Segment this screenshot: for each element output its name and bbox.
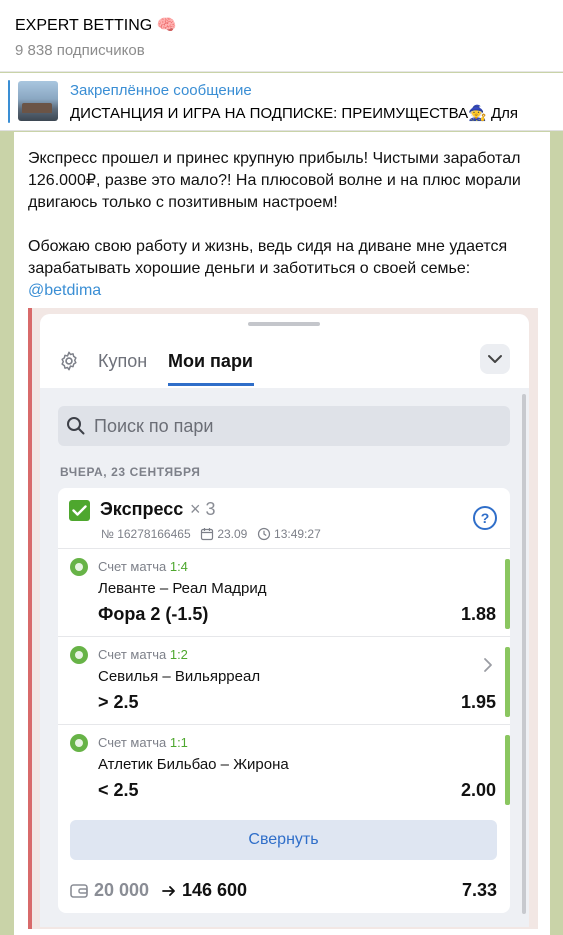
mention-link[interactable]: @betdima — [28, 280, 538, 302]
subscriber-count: 9 838 подписчиков — [15, 42, 145, 59]
bet-market: < 2.5 — [98, 780, 139, 800]
tab-coupon[interactable]: Купон — [98, 351, 147, 372]
message-paragraph-1: Экспресс прошел и принес крупную прибыль… — [28, 150, 521, 211]
score-value: 1:4 — [169, 559, 188, 574]
search-icon — [67, 417, 85, 435]
match-teams: Севилья – Вильярреал — [98, 668, 261, 685]
express-count: × 3 — [190, 499, 216, 519]
score-label: Счет матча 1:1 — [98, 735, 188, 750]
active-tab-indicator — [168, 383, 254, 386]
search-input[interactable]: Поиск по пари — [58, 406, 510, 446]
tab-my-bets[interactable]: Мои пари — [168, 351, 253, 372]
score-value: 1:2 — [169, 647, 188, 662]
match-teams: Атлетик Бильбао – Жирона — [98, 756, 289, 773]
message-text: Экспресс прошел и принес крупную прибыль… — [28, 148, 538, 302]
express-title: Экспресс — [100, 499, 184, 519]
bet-time: 13:49:27 — [274, 526, 321, 541]
help-icon[interactable]: ? — [473, 506, 497, 530]
bet-market: > 2.5 — [98, 692, 139, 712]
message-paragraph-2: Обожаю свою работу и жизнь, ведь сидя на… — [28, 238, 508, 277]
bet-summary: 20 000 146 600 7.33 — [70, 880, 497, 904]
total-odds: 7.33 — [461, 880, 497, 900]
sheet-grabber[interactable] — [248, 322, 320, 326]
football-icon — [70, 734, 88, 752]
pinned-text: ДИСТАНЦИЯ И ИГРА НА ПОДПИСКЕ: ПРЕИМУЩЕСТ… — [70, 105, 518, 122]
payout-amount: 146 600 — [182, 880, 248, 900]
scrollbar[interactable] — [522, 394, 526, 914]
pinned-thumbnail — [18, 81, 58, 121]
bet-row-2[interactable]: Счет матча 1:2 Севилья – Вильярреал > 2.… — [58, 637, 510, 725]
win-indicator — [505, 735, 510, 805]
bet-odds: 2.00 — [460, 780, 496, 800]
checkmark-icon — [69, 500, 90, 521]
clock-icon — [257, 527, 270, 540]
win-indicator — [505, 647, 510, 717]
bet-date: 23.09 — [217, 526, 248, 541]
pinned-accent-bar — [8, 80, 10, 123]
chevron-down-icon — [488, 355, 502, 363]
score-label: Счет матча 1:4 — [98, 559, 188, 574]
stake-amount: 20 000 — [94, 880, 150, 900]
date-header: ВЧЕРА, 23 СЕНТЯБРЯ — [60, 465, 201, 479]
football-icon — [70, 646, 88, 664]
express-bet-card[interactable]: Экспресс × 3 № 16278166465 23.09 13:49:2… — [58, 488, 510, 913]
search-placeholder: Поиск по пари — [94, 416, 214, 436]
chevron-right-icon[interactable] — [483, 657, 493, 673]
score-value: 1:1 — [169, 735, 188, 750]
score-label: Счет матча 1:2 — [98, 647, 188, 662]
bet-odds: 1.95 — [460, 692, 496, 712]
message-bubble: Экспресс прошел и принес крупную прибыль… — [14, 132, 550, 935]
channel-header[interactable]: EXPERT BETTING 🧠 9 838 подписчиков — [0, 0, 563, 72]
bet-row-3[interactable]: Счет матча 1:1 Атлетик Бильбао – Жирона … — [58, 725, 510, 813]
wallet-icon — [70, 884, 88, 898]
bet-market: Фора 2 (-1.5) — [98, 604, 209, 624]
gear-icon[interactable] — [58, 350, 80, 372]
arrow-right-icon — [162, 886, 175, 896]
bet-row-1[interactable]: Счет матча 1:4 Леванте – Реал Мадрид Фор… — [58, 549, 510, 637]
collapse-button[interactable]: Свернуть — [70, 820, 497, 860]
calendar-icon — [200, 527, 214, 540]
express-meta: № 16278166465 23.09 13:49:27 — [101, 526, 321, 541]
win-indicator — [505, 559, 510, 629]
betting-app-screen: Купон Мои пари Поиск по пари ВЧЕРА, 23 С… — [40, 314, 529, 927]
app-topbar: Купон Мои пари — [40, 314, 529, 388]
channel-title: EXPERT BETTING 🧠 — [15, 17, 177, 34]
bet-odds: 1.88 — [460, 604, 496, 624]
attached-screenshot[interactable]: Купон Мои пари Поиск по пари ВЧЕРА, 23 С… — [28, 308, 538, 929]
pinned-label: Закреплённое сообщение — [70, 82, 252, 99]
bet-number: № 16278166465 — [101, 526, 191, 541]
collapse-sheet-button[interactable] — [480, 344, 510, 374]
football-icon — [70, 558, 88, 576]
match-teams: Леванте – Реал Мадрид — [98, 580, 267, 597]
pinned-message-bar[interactable]: Закреплённое сообщение ДИСТАНЦИЯ И ИГРА … — [0, 73, 563, 131]
